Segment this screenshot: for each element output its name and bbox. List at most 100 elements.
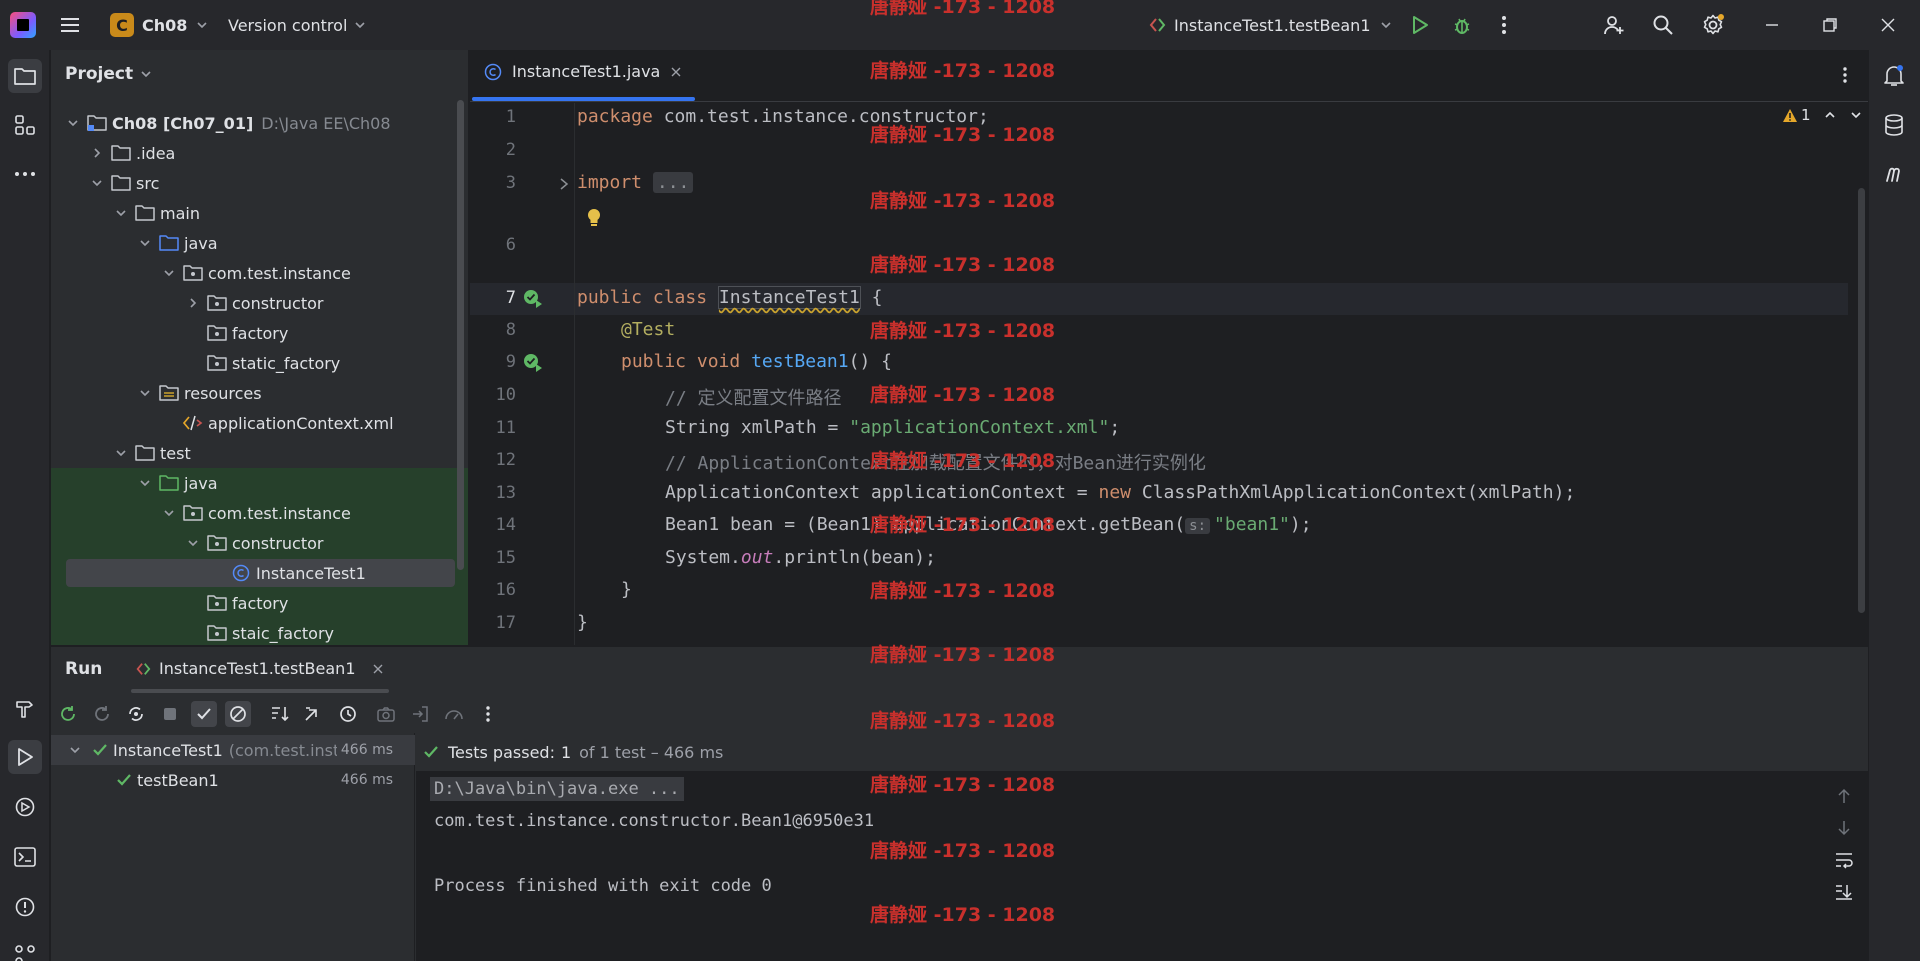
chevron-down-icon[interactable]: [113, 445, 129, 461]
tree-item[interactable]: applicationContext.xml: [51, 408, 468, 438]
database-icon[interactable]: [1877, 108, 1911, 142]
chevron-right-icon[interactable]: [89, 145, 105, 161]
chevron-down-icon[interactable]: [161, 265, 177, 281]
tree-item[interactable]: com.test.instance: [51, 258, 468, 288]
search-icon[interactable]: [1651, 13, 1675, 37]
more-run-actions-icon[interactable]: [475, 701, 501, 727]
run-test-gutter-icon[interactable]: [522, 288, 544, 310]
tree-item[interactable]: java: [51, 228, 468, 258]
tree-item[interactable]: InstanceTest1: [51, 558, 468, 588]
test-history-icon[interactable]: [335, 701, 361, 727]
problems-icon[interactable]: [8, 890, 42, 924]
structure-icon[interactable]: [8, 108, 42, 142]
tree-item[interactable]: .idea: [51, 138, 468, 168]
soft-wrap-icon[interactable]: [1834, 851, 1854, 869]
settings-gear-icon[interactable]: [1701, 13, 1725, 37]
chevron-down-icon[interactable]: [137, 385, 153, 401]
run-configuration-selector[interactable]: InstanceTest1.testBean1: [1148, 11, 1393, 39]
tree-item[interactable]: resources: [51, 378, 468, 408]
tree-item[interactable]: staic_factory: [51, 618, 468, 645]
chevron-down-icon[interactable]: [137, 235, 153, 251]
package-icon: [207, 353, 227, 373]
tree-item[interactable]: Ch08 [Ch07_01] D:\Java EE\Ch08: [51, 108, 468, 138]
close-tab-icon[interactable]: [670, 66, 682, 78]
chevron-right-icon[interactable]: [185, 295, 201, 311]
services-icon[interactable]: [8, 790, 42, 824]
toggle-auto-test-icon[interactable]: [123, 701, 149, 727]
project-tree-scrollbar[interactable]: [457, 100, 464, 570]
test-results-tree: InstanceTest1 (com.test.insta 466 ms tes…: [51, 733, 415, 961]
package-icon: [207, 593, 227, 613]
tree-item-label: factory: [232, 593, 289, 613]
terminal-icon[interactable]: [8, 840, 42, 874]
debug-icon[interactable]: [1450, 13, 1474, 37]
chevron-down-icon[interactable]: [185, 535, 201, 551]
editor-tabs-menu-icon[interactable]: [1842, 66, 1848, 84]
more-actions-icon[interactable]: [1492, 13, 1516, 37]
show-ignored-toggle-icon[interactable]: [225, 701, 251, 727]
run-console[interactable]: D:\Java\bin\java.exe ... com.test.instan…: [416, 771, 1868, 961]
tree-item[interactable]: src: [51, 168, 468, 198]
chevron-down-icon[interactable]: [161, 505, 177, 521]
chevron-down-icon[interactable]: [113, 205, 129, 221]
folded-imports[interactable]: ...: [652, 172, 694, 193]
run-tab-instancetest1-testbean1[interactable]: InstanceTest1.testBean1: [135, 659, 384, 678]
project-view-selector[interactable]: Project: [65, 64, 153, 84]
inspection-widget[interactable]: 1: [1782, 106, 1863, 124]
tree-item[interactable]: com.test.instance: [51, 498, 468, 528]
tree-item[interactable]: test: [51, 438, 468, 468]
tree-item[interactable]: static_factory: [51, 348, 468, 378]
test-row-instancetest1[interactable]: InstanceTest1 (com.test.insta 466 ms: [51, 735, 415, 765]
tree-item[interactable]: java: [51, 468, 468, 498]
app-logo-icon[interactable]: [10, 12, 36, 38]
next-highlight-icon[interactable]: [1849, 108, 1863, 122]
fold-expand-icon[interactable]: [558, 177, 570, 191]
chevron-down-icon[interactable]: [89, 175, 105, 191]
main-menu-icon[interactable]: [58, 13, 82, 37]
more-tool-windows-icon[interactable]: [8, 157, 42, 191]
package-icon: [207, 533, 227, 553]
tree-item[interactable]: factory: [51, 588, 468, 618]
chevron-down-icon: [1380, 22, 1391, 29]
close-window-icon[interactable]: [1876, 13, 1900, 37]
sort-alphabetically-icon[interactable]: [267, 701, 293, 727]
run-icon[interactable]: [1408, 13, 1432, 37]
tree-item[interactable]: main: [51, 198, 468, 228]
chevron-down-icon[interactable]: [137, 475, 153, 491]
editor-scrollbar[interactable]: [1858, 188, 1865, 613]
watermark-text: 唐静娅 -173 - 1208: [870, 450, 1056, 472]
editor-tab-instancetest1[interactable]: InstanceTest1.java: [484, 62, 682, 81]
intention-bulb-icon[interactable]: [586, 208, 602, 228]
chevron-down-icon[interactable]: [67, 742, 83, 758]
git-icon[interactable]: [8, 938, 42, 961]
notifications-bell-icon[interactable]: [1877, 59, 1911, 93]
code-editor[interactable]: 1 2 3 6 7 8 9 10 11 12 13 14 15 16 17 pa…: [470, 103, 1868, 645]
code-with-me-icon[interactable]: [1602, 13, 1626, 37]
version-control-label: Version control: [228, 15, 348, 35]
version-control-selector[interactable]: Version control: [228, 11, 367, 39]
project-tool-folder-icon[interactable]: [8, 59, 42, 93]
test-row-testbean1[interactable]: testBean1 466 ms: [51, 765, 415, 795]
tree-item[interactable]: constructor: [51, 528, 468, 558]
run-test-gutter-icon[interactable]: [522, 352, 544, 374]
maven-icon[interactable]: [1877, 157, 1911, 191]
chevron-down-icon[interactable]: [65, 115, 81, 131]
tree-item-label: factory: [232, 323, 289, 343]
tree-item[interactable]: factory: [51, 318, 468, 348]
close-tab-icon[interactable]: [372, 663, 384, 675]
run-tool-icon[interactable]: [8, 740, 42, 774]
restore-window-icon[interactable]: [1818, 13, 1842, 37]
build-hammer-icon[interactable]: [8, 691, 42, 725]
tree-item[interactable]: constructor: [51, 288, 468, 318]
previous-highlight-icon[interactable]: [1823, 108, 1837, 122]
scroll-to-end-icon[interactable]: [1834, 883, 1854, 901]
screenshot-camera-icon: [373, 701, 399, 727]
rerun-icon[interactable]: [55, 701, 81, 727]
project-selector[interactable]: C Ch08: [110, 11, 209, 39]
package-icon: [183, 263, 203, 283]
show-passed-toggle-icon[interactable]: [191, 701, 217, 727]
minimize-window-icon[interactable]: [1760, 13, 1784, 37]
sort-by-duration-icon[interactable]: [301, 701, 327, 727]
console-command[interactable]: D:\Java\bin\java.exe ...: [430, 777, 684, 801]
